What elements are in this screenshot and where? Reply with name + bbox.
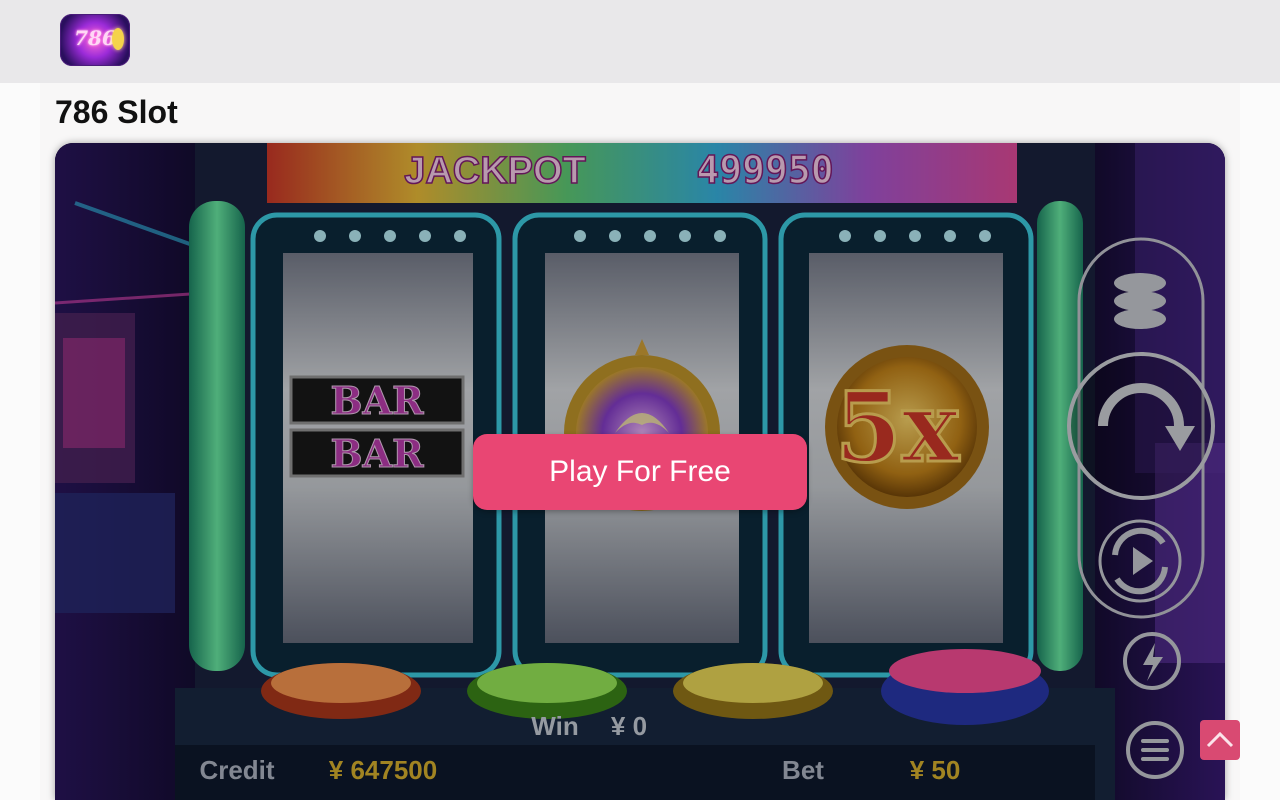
top-header: 786 (0, 0, 1280, 83)
left-margin (0, 83, 40, 800)
chevron-up-icon (1206, 731, 1234, 748)
site-logo[interactable]: 786 (60, 14, 130, 66)
right-margin (1240, 83, 1280, 800)
page-title: 786 Slot (55, 94, 178, 130)
game-frame[interactable]: JACKPOT 499950 BAR BAR 5x Win ¥ 0 Credit… (55, 143, 1225, 800)
play-for-free-button[interactable]: Play For Free (473, 434, 807, 510)
scroll-to-top-button[interactable] (1200, 720, 1240, 760)
logo-coin-icon (112, 28, 124, 50)
